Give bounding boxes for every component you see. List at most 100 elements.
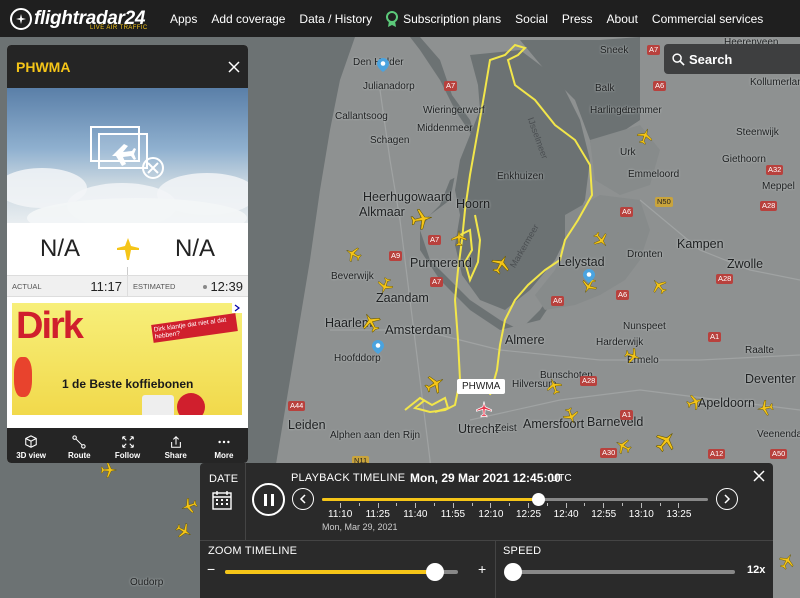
panel-header: PHWMA [7,45,248,88]
timeline-minor-tick [622,503,623,506]
playback-timeline-track[interactable] [322,493,708,506]
place-label: Meppel [762,181,795,192]
place-label: Harderwijk [596,337,644,348]
ad-decoration [142,395,174,415]
place-label: Zwolle [727,257,764,271]
logo[interactable]: flightradar24 LIVE AIR TRAFFIC [10,0,160,37]
timeline-tick-label: 12:55 [591,509,617,520]
calendar-icon[interactable] [212,490,232,510]
ad-info-icon[interactable] [232,303,242,313]
timeline-tick-label: 13:10 [628,509,654,520]
place-label: Sneek [600,45,629,56]
place-label: Emmeloord [628,169,680,180]
airport-pin-icon[interactable] [377,58,389,72]
selected-aircraft-label[interactable]: PHWMA [457,379,506,394]
place-label: Harlingen [590,105,633,116]
timeline-minor-tick [659,503,661,506]
nav-item-commercial-services[interactable]: Commercial services [652,12,763,26]
timeline-tick-label: 11:25 [365,509,390,520]
action-3d-view[interactable]: 3D view [7,428,55,463]
road-shield: A50 [770,449,788,459]
playback-timeline-label: PLAYBACK TIMELINE [291,472,406,484]
action-route[interactable]: Route [55,428,103,463]
step-forward-button[interactable] [716,488,738,510]
place-label: Steenwijk [736,127,779,138]
origin-code: N/A [40,235,81,262]
action-follow[interactable]: Follow [103,428,151,463]
playback-slider-thumb[interactable] [532,493,546,506]
place-label: Lelystad [558,255,605,269]
award-badge-icon [386,10,399,27]
place-label: Oudorp [130,577,164,588]
timeline-tick [377,503,379,508]
current-datetime: Mon, 29 Mar 2021 12:45:00 [410,471,561,485]
zoom-slider-thumb[interactable] [425,563,444,581]
place-label: Purmerend [410,256,472,270]
action-more[interactable]: More [200,428,248,463]
timeline-tick [565,503,567,508]
ad-brand: Dirk [16,305,84,347]
zoom-timeline-label: ZOOM TIMELINE [208,545,298,557]
timeline-tick-label: 11:10 [328,509,353,520]
nav-item-press[interactable]: Press [562,12,593,26]
nav-item-data-history[interactable]: Data / History [299,12,372,26]
estimated-label: ESTIMATED [133,281,176,291]
nav-item-social[interactable]: Social [515,12,548,26]
zoom-timeline-slider[interactable] [225,563,458,581]
top-navigation-bar: flightradar24 LIVE AIR TRAFFIC Apps Add … [0,0,800,37]
advertisement[interactable]: Dirk Dirk klantje dat niet al dat hebben… [7,297,248,415]
place-label: Enkhuizen [497,171,544,182]
road-shield: A6 [653,81,667,91]
ad-banner[interactable]: Dirk Dirk klantje dat niet al dat hebben… [12,303,242,415]
zoom-in-icon[interactable]: + [478,561,486,577]
search-button[interactable]: Search [664,44,800,74]
close-icon[interactable] [753,470,765,482]
place-label: Heerhugowaard [363,190,452,204]
step-back-button[interactable] [292,488,314,510]
date-label: DATE [209,473,239,485]
aircraft-icon[interactable] [450,229,468,247]
close-icon[interactable] [228,60,240,73]
airport-pin-icon[interactable] [583,269,595,283]
aircraft-icon[interactable] [755,398,776,419]
nav-item-label: Subscription plans [403,11,502,26]
timeline-tick [528,503,529,508]
aircraft-icon[interactable] [100,461,118,479]
pause-button[interactable] [252,483,285,516]
road-shield: A6 [551,296,565,306]
place-label: Apeldoorn [698,396,755,410]
nav-item-apps[interactable]: Apps [170,12,197,26]
selected-aircraft-icon[interactable] [475,400,493,418]
road-shield: N50 [655,197,673,207]
road-shield: A28 [580,376,598,386]
place-label: Schagen [370,135,410,146]
place-label: Barneveld [587,415,644,429]
road-shield: A12 [708,449,726,459]
place-label: Zeist [495,423,517,434]
place-label: Urk [620,147,636,158]
timeline-minor-tick [546,503,548,506]
timeline-minor-tick [584,503,586,506]
zoom-fill [225,570,435,574]
flight-info-panel: PHWMA N/A N/A ACTUAL 11:17 ESTIMATED 12:… [7,45,248,463]
panel-actions: 3D view Route Follow Share More [7,428,248,463]
timeline-minor-tick [509,503,511,506]
nav-item-subscription-plans[interactable]: Subscription plans [386,10,502,27]
road-shield: A28 [760,201,778,211]
action-share[interactable]: Share [152,428,200,463]
zoom-out-icon[interactable]: − [207,561,215,577]
route-plane-icon [114,235,142,263]
speed-slider-thumb[interactable] [504,563,522,581]
speed-slider[interactable] [504,563,735,581]
timeline-tick-label: 12:25 [516,509,542,520]
timeline-date: Mon, Mar 29, 2021 [322,522,398,532]
place-label: Almere [505,333,545,347]
airport-pin-icon[interactable] [372,340,384,354]
nav-item-add-coverage[interactable]: Add coverage [211,12,285,26]
road-shield: A7 [428,235,442,245]
main-menu: Apps Add coverage Data / History Subscri… [160,10,763,27]
pause-icon [263,493,274,506]
nav-item-about[interactable]: About [607,12,638,26]
place-label: Kampen [677,237,724,251]
aircraft-icon[interactable] [408,205,436,233]
